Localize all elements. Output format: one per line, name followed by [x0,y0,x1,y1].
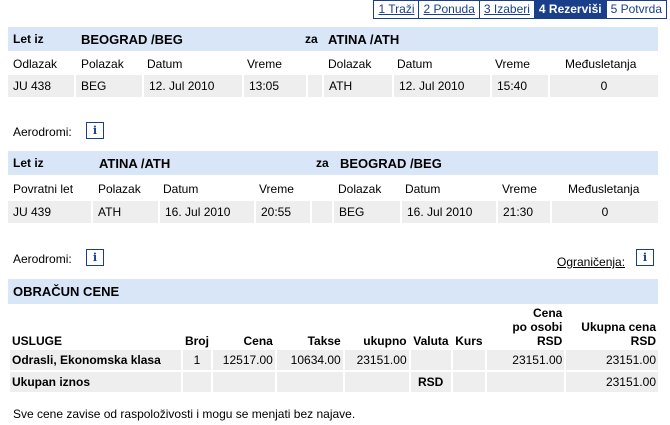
departure-airport: BEG [76,75,142,97]
currency [410,350,451,370]
total-price: 23151.00 [566,350,658,370]
let-iz-label: Let iz [13,32,44,46]
col-datum: Datum [147,57,183,71]
col-vreme: Vreme [259,182,294,196]
col-takse: Takse [307,334,341,348]
col-povratni-let: Povratni let [13,182,74,196]
empty-cell [452,372,485,392]
service-name: Odrasli, Ekonomska klasa [10,350,181,370]
col-medjusletanja: Međusletanja [568,182,640,196]
arrival-time: 15:40 [492,75,548,97]
empty-cell [212,372,275,392]
col-vreme: Vreme [495,57,530,71]
table-row: Odrasli, Ekonomska klasa 1 12517.00 1063… [10,350,658,370]
empty-cell [344,372,409,392]
col-cena-po-osobi: Cena po osobi RSD [487,306,565,348]
arrival-date: 12. Jul 2010 [394,75,490,97]
flight-number: JU 438 [8,75,74,97]
col-usluge: USLUGE [12,334,63,348]
step-rezervisi[interactable]: 4 Rezerviši [533,0,606,19]
col-ukupna-cena: Ukupna cena RSD [566,306,658,348]
return-flight-band: Let iz ATINA /ATH za BEOGRAD /BEG [8,151,658,175]
aerodromi-label: Aerodromi: [13,252,72,266]
col-medjusletanja: Međusletanja [565,57,637,71]
taxes: 10634.00 [276,350,343,370]
origin-airport: BEOGRAD /BEG [81,32,183,47]
departure-time: 13:05 [244,75,306,97]
rate [452,350,485,370]
za-label: za [316,156,329,170]
departure-date: 12. Jul 2010 [144,75,242,97]
col-ukupno: ukupno [363,334,407,348]
empty-cell [486,372,565,392]
let-iz-label: Let iz [13,156,44,170]
price-table: USLUGE Broj Cena Takse ukupno Valuta Kur… [8,304,660,394]
flight-number: JU 439 [8,201,91,223]
outbound-headers: Odlazak Polazak Datum Vreme Dolazak Datu… [8,57,658,73]
arrival-airport: ATH [324,75,392,97]
obracun-cene-title: OBRAČUN CENE [13,284,120,299]
price-per-person: 23151.00 [486,350,565,370]
cena-po-osobi-line1: Cena [533,306,563,320]
col-vreme: Vreme [247,57,282,71]
za-label: za [305,32,318,46]
price-header-row: USLUGE Broj Cena Takse ukupno Valuta Kur… [10,306,658,348]
spacer-cell [308,75,322,97]
col-dolazak: Dolazak [338,182,382,196]
arrival-date: 16. Jul 2010 [402,201,496,223]
destination-airport: BEOGRAD /BEG [340,156,442,171]
col-odlazak: Odlazak [13,57,58,71]
empty-cell [276,372,343,392]
total-currency: RSD [410,372,451,392]
cena-po-osobi-line3: RSD [537,334,563,348]
step-izaberi[interactable]: 3 Izaberi [478,0,534,19]
aerodromi-label: Aerodromi: [13,125,72,139]
price-disclaimer: Sve cene zavise od raspoloživosti i mogu… [13,407,356,421]
col-datum: Datum [405,182,441,196]
col-polazak: Polazak [98,182,141,196]
booking-steps: 1 Traži 2 Ponuda 3 Izaberi 4 Rezerviši 5… [373,0,667,19]
col-kurs: Kurs [455,334,483,348]
departure-date: 16. Jul 2010 [160,201,254,223]
info-icon[interactable]: i [86,122,104,139]
price: 12517.00 [212,350,275,370]
obracun-cene-band: OBRAČUN CENE [8,279,658,304]
return-headers: Povratni let Polazak Datum Vreme Dolazak… [8,182,658,198]
subtotal: 23151.00 [344,350,409,370]
outbound-flight-band: Let iz BEOGRAD /BEG za ATINA /ATH [8,27,658,51]
col-broj: Broj [184,334,209,348]
col-cena: Cena [243,334,273,348]
destination-airport: ATINA /ATH [328,32,400,47]
info-icon[interactable]: i [86,249,104,266]
arrival-time: 21:30 [498,201,550,223]
origin-airport: ATINA /ATH [99,156,171,171]
return-flight-row: JU 439 ATH 16. Jul 2010 20:55 BEG 16. Ju… [8,201,658,223]
ogranicenja-link[interactable]: Ograničenja: [557,255,625,269]
stops-count: 0 [552,201,658,223]
total-row: Ukupan iznos RSD 23151.00 [10,372,658,392]
col-datum: Datum [163,182,199,196]
info-icon[interactable]: i [636,249,654,266]
arrival-airport: BEG [334,201,400,223]
col-vreme: Vreme [502,182,537,196]
departure-airport: ATH [93,201,158,223]
outbound-flight-row: JU 438 BEG 12. Jul 2010 13:05 ATH 12. Ju… [8,75,658,97]
col-polazak: Polazak [81,57,124,71]
col-dolazak: Dolazak [328,57,372,71]
stops-count: 0 [550,75,658,97]
total-value: 23151.00 [566,372,658,392]
spacer-cell [312,201,332,223]
col-valuta: Valuta [413,334,449,348]
count: 1 [182,350,211,370]
step-potvrda: 5 Potvrda [605,0,667,19]
total-label: Ukupan iznos [10,372,181,392]
ukupna-cena-line2: RSD [630,334,656,348]
step-ponuda[interactable]: 2 Ponuda [418,0,479,19]
departure-time: 20:55 [256,201,310,223]
empty-cell [182,372,211,392]
cena-po-osobi-line2: po osobi [512,320,563,334]
step-trazi[interactable]: 1 Traži [373,0,419,19]
ukupna-cena-line1: Ukupna cena [581,320,656,334]
col-datum: Datum [397,57,433,71]
